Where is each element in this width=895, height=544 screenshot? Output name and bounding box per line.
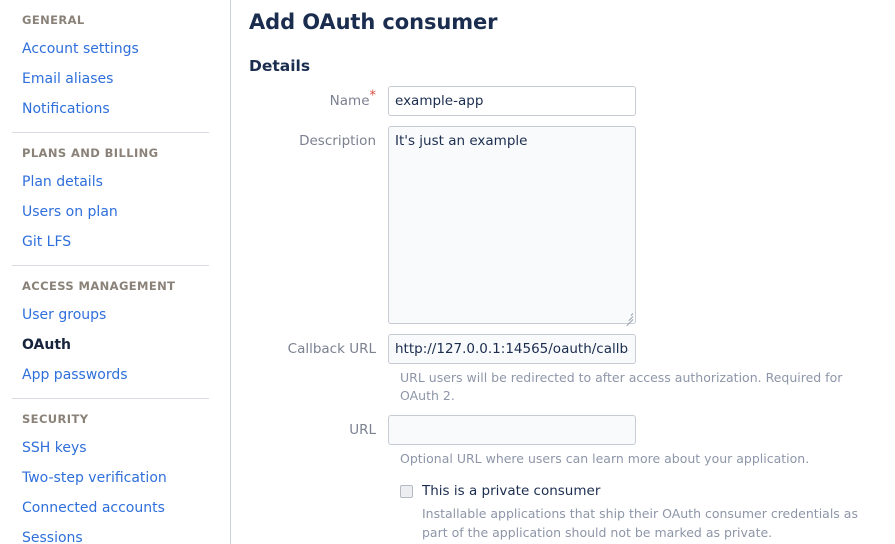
sidebar-item-user-groups[interactable]: User groups [0,300,230,330]
sidebar-item-users-on-plan[interactable]: Users on plan [0,197,230,227]
sidebar-item-sessions[interactable]: Sessions [0,523,230,544]
page-title: Add OAuth consumer [249,10,498,34]
sidebar-item-oauth[interactable]: OAuth [0,330,230,360]
section-title-details: Details [249,57,311,75]
field-row-name: Name* [249,86,895,116]
private-consumer-checkbox[interactable] [400,485,413,498]
sidebar-group-title: ACCESS MANAGEMENT [22,279,176,293]
sidebar-group-title: SECURITY [22,412,89,426]
sidebar-group-title: GENERAL [22,13,85,27]
control-url [388,415,636,445]
help-private-consumer: Installable applications that ship their… [422,506,858,540]
field-row-url: URL [249,415,895,445]
name-input[interactable] [388,86,636,116]
control-callback-url [388,334,636,364]
field-row-private-consumer[interactable]: This is a private consumer [400,482,895,501]
settings-sidebar: GENERAL Account settings Email aliases Noti… [0,0,231,544]
sidebar-group: SECURITY SSH keys Two-step verification Con… [0,405,230,544]
required-asterisk-icon: * [369,88,377,104]
help-callback-url: URL users will be redirected to after ac… [400,370,843,403]
sidebar-item-connected-accounts[interactable]: Connected accounts [0,493,230,523]
label-name: Name* [249,86,388,116]
sidebar-item-ssh-keys[interactable]: SSH keys [0,433,230,463]
label-name-text: Name [329,93,370,109]
sidebar-group: ACCESS MANAGEMENT User groups OAuth App pas… [0,272,230,390]
sidebar-group: GENERAL Account settings Email aliases Noti… [0,6,230,124]
sidebar-divider [12,398,209,399]
label-url: URL [349,422,376,438]
label-description: Description [299,133,376,149]
description-textarea[interactable] [388,126,636,324]
sidebar-item-email-aliases[interactable]: Email aliases [0,64,230,94]
control-name [388,86,636,116]
sidebar-group-title: PLANS AND BILLING [22,146,159,160]
label-callback-url: Callback URL [287,341,376,357]
sidebar-item-two-step-verification[interactable]: Two-step verification [0,463,230,493]
sidebar-item-git-lfs[interactable]: Git LFS [0,227,230,257]
sidebar-item-notifications[interactable]: Notifications [0,94,230,124]
settings-page: GENERAL Account settings Email aliases Noti… [0,0,895,544]
sidebar-nav-groups: GENERAL Account settings Email aliases Noti… [0,6,230,544]
field-row-callback-url: Callback URL [249,334,895,364]
sidebar-divider [12,132,209,133]
callback-url-input[interactable] [388,334,636,364]
url-input[interactable] [388,415,636,445]
private-consumer-label[interactable]: This is a private consumer [422,482,600,501]
main-content: Add OAuth consumer Details Name* Descrip… [231,0,895,544]
help-url: Optional URL where users can learn more … [400,451,810,466]
field-row-description: Description [249,126,895,327]
sidebar-group: PLANS AND BILLING Plan details Users on pl… [0,139,230,257]
sidebar-item-plan-details[interactable]: Plan details [0,167,230,197]
sidebar-item-account-settings[interactable]: Account settings [0,34,230,64]
control-description [388,126,636,327]
sidebar-divider [12,265,209,266]
sidebar-item-app-passwords[interactable]: App passwords [0,360,230,390]
